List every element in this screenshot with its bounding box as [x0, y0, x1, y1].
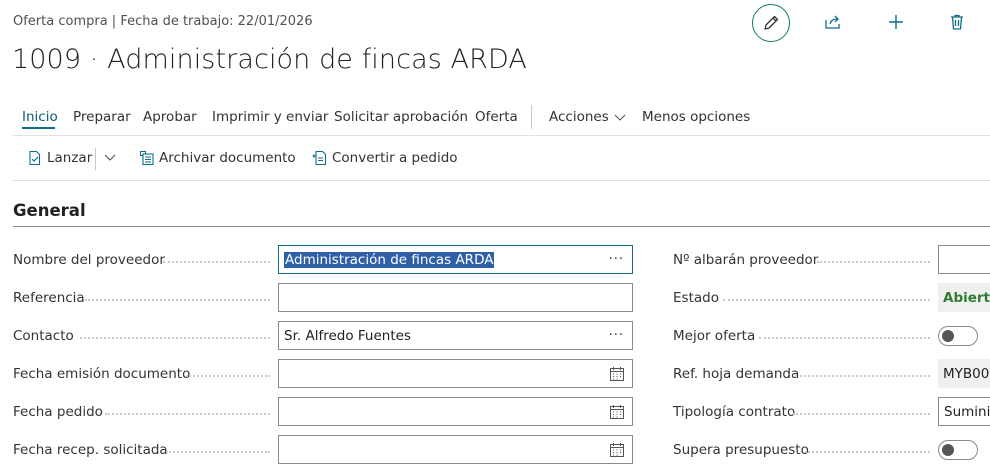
label-leader: [817, 260, 930, 263]
field-label-nombre-proveedor: Nombre del proveedor: [13, 252, 165, 268]
convertir-pedido-button[interactable]: Convertir a pedido: [312, 150, 458, 166]
archive-document-icon: [140, 151, 154, 166]
menu-preparar[interactable]: Preparar: [73, 109, 131, 125]
top-actions: [0, 0, 990, 50]
field-label-albaran-proveedor: Nº albarán proveedor: [673, 252, 819, 268]
menu-menos-opciones[interactable]: Menos opciones: [642, 109, 750, 125]
archivar-label: Archivar documento: [159, 150, 296, 166]
share-button[interactable]: [820, 9, 846, 35]
mejor-oferta-toggle[interactable]: [938, 326, 978, 346]
nombre-proveedor-input[interactable]: Administración de fincas ARDA ···: [278, 245, 633, 274]
label-leader: [85, 298, 270, 301]
fecha-emision-input[interactable]: [278, 359, 633, 388]
field-label-estado: Estado: [673, 290, 719, 306]
archivar-documento-button[interactable]: Archivar documento: [139, 150, 296, 166]
label-leader: [793, 412, 930, 415]
label-leader: [795, 374, 930, 377]
menu-oferta[interactable]: Oferta: [475, 109, 518, 125]
field-label-fecha-emision: Fecha emisión documento: [13, 366, 191, 382]
edit-icon: [764, 15, 779, 30]
calendar-icon[interactable]: [609, 366, 625, 382]
fecha-recep-input[interactable]: [278, 435, 633, 464]
menu-imprimir-enviar[interactable]: Imprimir y enviar: [212, 109, 328, 125]
label-leader: [105, 412, 270, 415]
field-label-ref-hoja-demanda: Ref. hoja demanda: [673, 366, 800, 382]
action-menu: Inicio Preparar Aprobar Imprimir y envia…: [0, 104, 990, 134]
menu-acciones[interactable]: Acciones: [549, 109, 627, 125]
menu-solicitar-aprobacion[interactable]: Solicitar aprobación: [334, 109, 468, 125]
label-leader: [723, 298, 930, 301]
trash-icon: [951, 14, 963, 30]
menu-acciones-label: Acciones: [549, 109, 609, 125]
convertir-label: Convertir a pedido: [332, 150, 458, 166]
ref-hoja-demanda-value: MYB004: [938, 359, 990, 388]
fecha-pedido-input[interactable]: [278, 397, 633, 426]
lanzar-button[interactable]: Lanzar: [27, 150, 92, 166]
section-title-general: General: [13, 201, 86, 220]
label-leader: [80, 336, 270, 339]
ellipsis-icon[interactable]: ···: [609, 328, 624, 343]
plus-icon: [889, 15, 903, 29]
supera-presupuesto-toggle[interactable]: [938, 440, 978, 460]
convert-document-icon: [312, 150, 327, 166]
tipologia-contrato-select[interactable]: Suminis: [938, 397, 990, 426]
contacto-value: Sr. Alfredo Fuentes: [284, 327, 411, 344]
field-label-fecha-pedido: Fecha pedido: [13, 404, 103, 420]
share-icon: [825, 15, 840, 29]
label-leader: [186, 374, 270, 377]
menu-separator: [531, 105, 532, 129]
field-label-mejor-oferta: Mejor oferta: [673, 328, 756, 344]
release-document-icon: [29, 150, 41, 166]
lanzar-dropdown-button[interactable]: [103, 152, 121, 162]
toggle-knob: [942, 330, 954, 342]
albaran-proveedor-input[interactable]: [938, 245, 990, 274]
new-button[interactable]: [883, 9, 909, 35]
edit-button[interactable]: [752, 4, 790, 42]
section-divider: [13, 226, 990, 227]
nombre-proveedor-value: Administración de fincas ARDA: [284, 251, 495, 268]
field-label-supera-presupuesto: Supera presupuesto: [673, 442, 809, 458]
estado-value: Abierto: [938, 283, 990, 312]
label-leader: [166, 450, 270, 453]
delete-button[interactable]: [944, 9, 970, 35]
actionbar-divider: [13, 180, 990, 181]
field-label-tipologia-contrato: Tipología contrato: [673, 404, 796, 420]
menu-divider: [13, 135, 990, 136]
field-label-fecha-recep: Fecha recep. solicitada: [13, 442, 168, 458]
contacto-input[interactable]: Sr. Alfredo Fuentes ···: [278, 321, 633, 350]
menu-aprobar[interactable]: Aprobar: [143, 109, 197, 125]
menu-inicio[interactable]: Inicio: [22, 109, 58, 125]
label-leader: [759, 336, 930, 339]
actionbar-separator: [95, 148, 96, 170]
toggle-knob: [942, 444, 954, 456]
calendar-icon[interactable]: [609, 442, 625, 458]
chevron-down-icon: [614, 114, 626, 121]
tipologia-contrato-value: Suminis: [944, 403, 990, 420]
referencia-input[interactable]: [278, 283, 633, 312]
active-tab-indicator: [22, 127, 55, 129]
field-label-contacto: Contacto: [13, 328, 74, 344]
label-leader: [163, 260, 270, 263]
lanzar-label: Lanzar: [47, 150, 93, 166]
field-label-referencia: Referencia: [13, 290, 85, 306]
chevron-down-icon: [104, 154, 116, 161]
ellipsis-icon[interactable]: ···: [609, 252, 624, 267]
label-leader: [805, 450, 930, 453]
calendar-icon[interactable]: [609, 404, 625, 420]
